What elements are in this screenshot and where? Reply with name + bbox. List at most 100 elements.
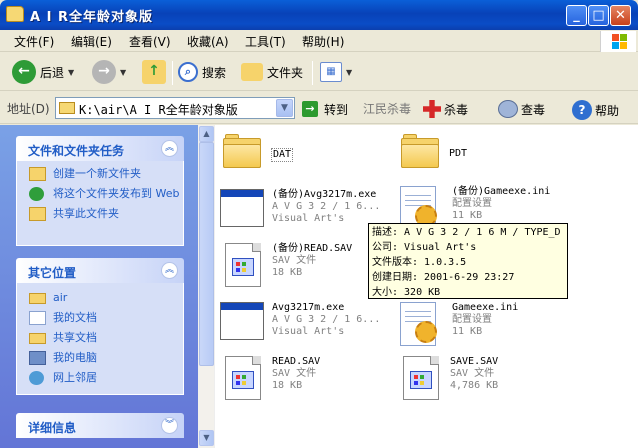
chevron-down-icon: ▼	[68, 67, 75, 77]
scan-virus-label: 查毒	[521, 102, 546, 117]
file-info-tooltip: 描述: A V G 3 2 / 1 6 M / TYPE_D 公司: Visua…	[368, 223, 568, 299]
go-arrow-icon[interactable]: →	[302, 101, 318, 117]
scroll-down-button[interactable]: ▼	[199, 430, 214, 446]
other-places-panel: 其它位置 ︽ air 我的文档 共享文档 我的电脑 网上邻居	[16, 258, 184, 395]
toolbar-separator	[312, 61, 313, 85]
sav-file-icon	[225, 243, 261, 287]
tooltip-created: 创建日期: 2001-6-29 23:27	[372, 272, 515, 283]
file-size: 18 KB	[272, 380, 303, 391]
help-button[interactable]: ? 帮助	[572, 100, 619, 120]
network-icon	[29, 371, 44, 385]
file-name: SAVE.SAV	[450, 356, 499, 367]
file-description: A V G 3 2 / 1 6...	[272, 314, 381, 325]
share-folder-task[interactable]: 共享此文件夹	[17, 207, 183, 221]
menu-edit[interactable]: 编辑(E)	[71, 33, 112, 50]
file-size: 11 KB	[452, 326, 483, 337]
documents-icon	[29, 311, 46, 325]
file-name: Avg3217m.exe	[272, 302, 345, 313]
computer-icon	[29, 351, 46, 365]
panel-title: 其它位置	[28, 266, 77, 280]
folder-icon	[223, 134, 261, 168]
application-icon	[220, 302, 264, 340]
toolbar: ← 后退 ▼ → ▼ ↑ ⌕ 搜索 文件夹 ▦ ▼	[0, 53, 638, 91]
tooltip-description: 描述: A V G 3 2 / 1 6 M / TYPE_D	[372, 227, 561, 238]
menu-favorites[interactable]: 收藏(A)	[187, 33, 229, 50]
file-type: 配置设置	[452, 198, 492, 209]
file-description: A V G 3 2 / 1 6...	[272, 201, 381, 212]
place-network[interactable]: 网上邻居	[17, 371, 183, 385]
file-tasks-panel: 文件和文件夹任务 ︽ 创建一个新文件夹 将这个文件夹发布到 Web 共享此文件夹	[16, 136, 184, 246]
application-icon	[220, 189, 264, 227]
menu-bar: 文件(F) 编辑(E) 查看(V) 收藏(A) 工具(T) 帮助(H)	[0, 30, 638, 52]
file-type: SAV 文件	[272, 368, 317, 379]
publish-web-task[interactable]: 将这个文件夹发布到 Web	[17, 187, 183, 201]
address-path: K:\air\A I R全年龄对象版	[79, 103, 238, 117]
collapse-chevron-icon[interactable]: ︽	[161, 262, 178, 279]
place-my-computer[interactable]: 我的电脑	[17, 351, 183, 365]
go-button[interactable]: 转到	[324, 101, 348, 118]
tooltip-company: 公司: Visual Art's	[372, 242, 477, 253]
search-button[interactable]: ⌕ 搜索	[178, 59, 226, 85]
file-company: Visual Art's	[272, 326, 345, 337]
address-input[interactable]: K:\air\A I R全年龄对象版 ▼	[55, 97, 295, 119]
panel-title: 详细信息	[28, 421, 77, 435]
scroll-up-button[interactable]: ▲	[199, 126, 214, 142]
expand-chevron-icon[interactable]: ︾	[161, 417, 178, 434]
menu-tools[interactable]: 工具(T)	[245, 33, 286, 50]
file-tasks-header[interactable]: 文件和文件夹任务 ︽	[16, 136, 184, 161]
place-air[interactable]: air	[17, 291, 183, 305]
collapse-chevron-icon[interactable]: ︽	[161, 140, 178, 157]
menu-file[interactable]: 文件(F)	[14, 33, 54, 50]
forward-button[interactable]: → ▼	[92, 59, 126, 85]
chevron-down-icon[interactable]: ▼	[276, 99, 293, 117]
address-label: 地址(D)	[7, 102, 50, 116]
sav-file-icon	[403, 356, 439, 400]
file-name: PDT	[449, 148, 468, 159]
views-icon: ▦	[320, 62, 342, 82]
scroll-thumb[interactable]	[199, 142, 214, 366]
folder-icon	[59, 102, 75, 114]
file-name: (备份)Gameexe.ini	[452, 186, 551, 197]
file-name: READ.SAV	[272, 356, 321, 367]
tooltip-size: 大小: 320 KB	[372, 287, 441, 298]
up-folder-icon: ↑	[142, 60, 166, 84]
antivirus-label: 江民杀毒	[363, 102, 412, 116]
scan-virus-button[interactable]: 查毒	[498, 100, 545, 118]
scan-icon	[498, 100, 518, 118]
views-button[interactable]: ▦ ▼	[320, 59, 352, 85]
file-name: DAT	[271, 148, 294, 162]
details-header[interactable]: 详细信息 ︾	[16, 413, 184, 438]
folders-button[interactable]: 文件夹	[241, 59, 303, 85]
back-button[interactable]: ← 后退 ▼	[12, 59, 74, 85]
file-company: Visual Art's	[272, 213, 345, 224]
close-button[interactable]: ✕	[610, 5, 631, 26]
menu-view[interactable]: 查看(V)	[129, 33, 171, 50]
file-type: SAV 文件	[272, 255, 317, 266]
menu-help[interactable]: 帮助(H)	[302, 33, 344, 50]
new-folder-task[interactable]: 创建一个新文件夹	[17, 167, 183, 181]
minimize-button[interactable]: _	[566, 5, 587, 26]
help-icon: ?	[572, 100, 592, 120]
other-places-header[interactable]: 其它位置 ︽	[16, 258, 184, 283]
window-title: A I R全年龄对象版	[30, 10, 153, 25]
file-size: 4,786 KB	[450, 380, 499, 391]
chevron-down-icon: ▼	[120, 67, 127, 77]
file-type: 配置设置	[452, 314, 492, 325]
up-folder-button[interactable]: ↑	[142, 59, 166, 85]
back-label: 后退	[40, 65, 65, 80]
back-arrow-icon: ←	[12, 60, 36, 84]
kill-virus-label: 杀毒	[444, 102, 469, 117]
search-label: 搜索	[202, 65, 227, 80]
tooltip-version: 文件版本: 1.0.3.5	[372, 257, 467, 268]
place-shared-documents[interactable]: 共享文档	[17, 331, 183, 345]
details-panel: 详细信息 ︾	[16, 413, 184, 438]
title-bar: A I R全年龄对象版 _ □ ✕	[0, 0, 638, 30]
kill-virus-button[interactable]: 杀毒	[423, 100, 468, 118]
folder-icon	[29, 333, 46, 344]
maximize-button[interactable]: □	[588, 5, 609, 26]
folder-icon	[29, 293, 46, 304]
sav-file-icon	[225, 356, 261, 400]
vertical-scrollbar[interactable]: ▲ ▼	[198, 125, 215, 448]
folders-label: 文件夹	[267, 65, 304, 80]
place-my-documents[interactable]: 我的文档	[17, 311, 183, 325]
